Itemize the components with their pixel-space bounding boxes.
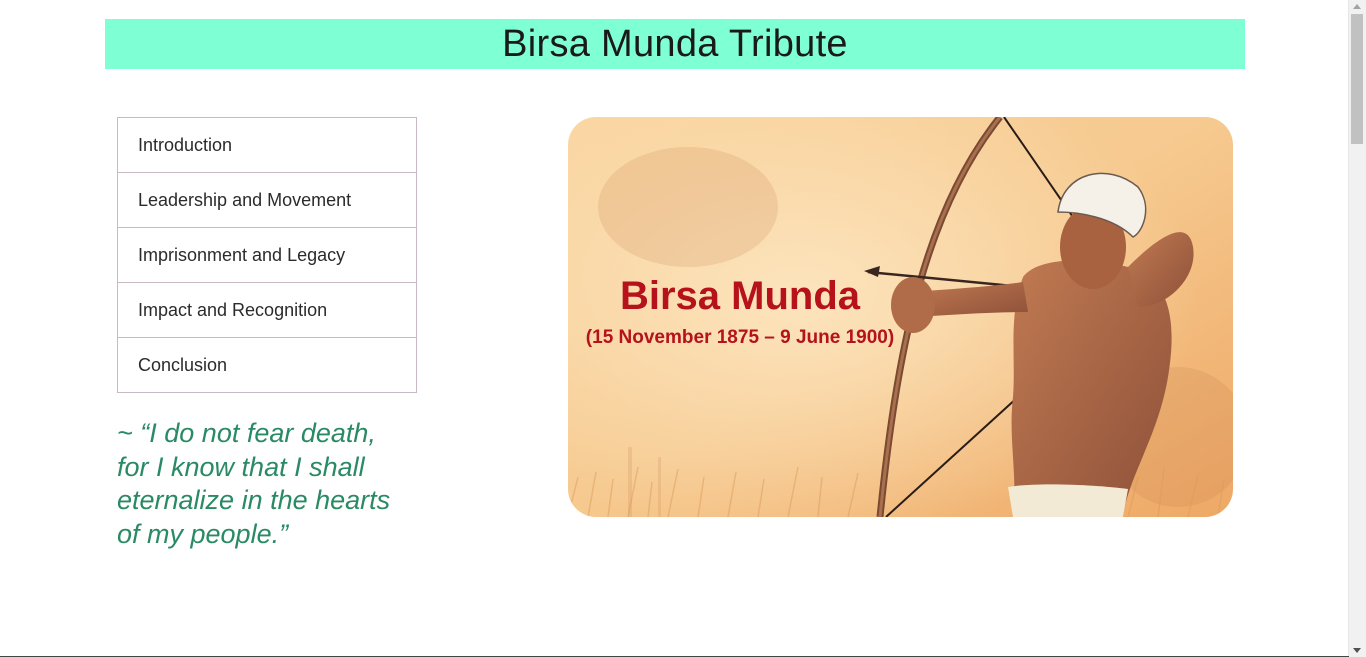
nav-item-label: Imprisonment and Legacy	[138, 244, 346, 265]
nav-item-label: Introduction	[138, 134, 233, 155]
hero-name-text: Birsa Munda	[620, 274, 861, 318]
hero-illustration: Birsa Munda (15 November 1875 – 9 June 1…	[568, 117, 1233, 517]
nav-item-label: Leadership and Movement	[138, 189, 352, 210]
scroll-up-icon[interactable]	[1353, 4, 1361, 9]
nav-item-introduction[interactable]: Introduction	[117, 117, 417, 173]
hero-image: Birsa Munda (15 November 1875 – 9 June 1…	[568, 117, 1233, 517]
scroll-down-icon[interactable]	[1353, 648, 1361, 653]
nav-item-conclusion[interactable]: Conclusion	[117, 337, 417, 393]
nav-item-label: Conclusion	[138, 354, 228, 375]
hero-dates-text: (15 November 1875 – 9 June 1900)	[586, 327, 894, 348]
scroll-thumb[interactable]	[1351, 14, 1363, 144]
quote: ~ “I do not fear death, for I know that …	[117, 418, 391, 549]
vertical-scrollbar[interactable]	[1348, 0, 1366, 657]
page-title: Birsa Munda Tribute	[502, 22, 848, 65]
page: Birsa Munda Tribute Introduction Leaders…	[0, 0, 1366, 657]
nav-item-imprisonment-and-legacy[interactable]: Imprisonment and Legacy	[117, 227, 417, 283]
site-header: Birsa Munda Tribute	[105, 19, 1245, 69]
nav-item-leadership-and-movement[interactable]: Leadership and Movement	[117, 172, 417, 228]
nav-item-impact-and-recognition[interactable]: Impact and Recognition	[117, 282, 417, 338]
nav-item-label: Impact and Recognition	[138, 299, 328, 320]
section-nav: Introduction Leadership and Movement Imp…	[117, 117, 417, 393]
